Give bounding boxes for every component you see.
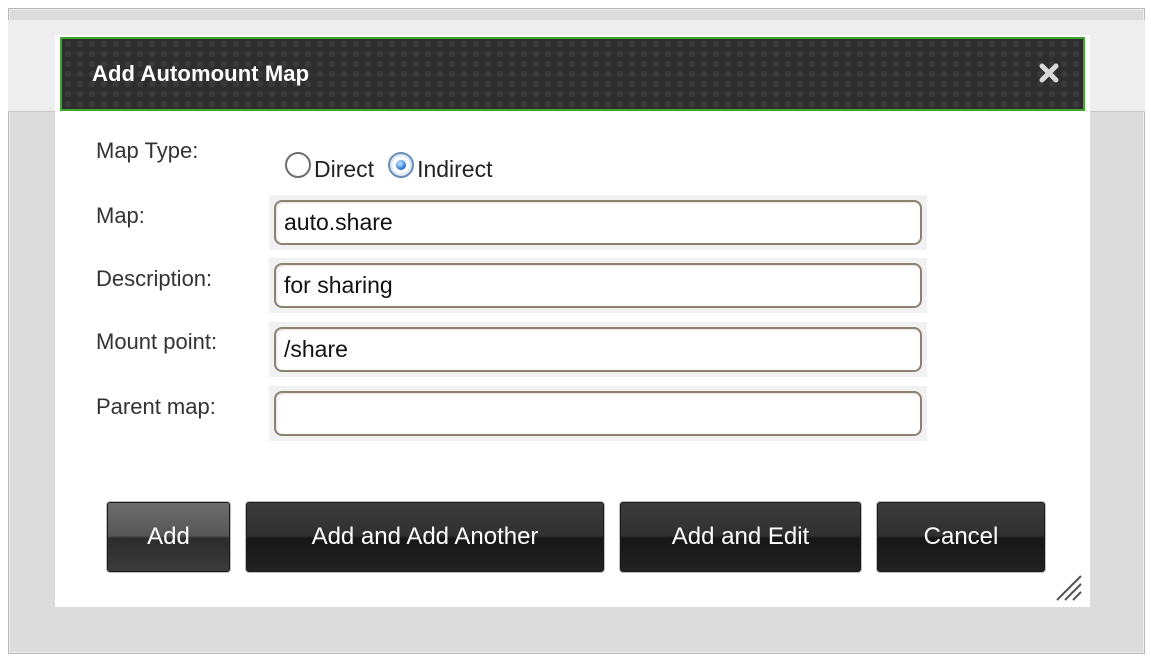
map-type-direct-label[interactable]: Direct <box>314 156 374 183</box>
cancel-button[interactable]: Cancel <box>877 502 1045 572</box>
close-icon[interactable] <box>1035 59 1063 87</box>
add-and-edit-button[interactable]: Add and Edit <box>620 502 861 572</box>
map-input[interactable] <box>274 200 922 245</box>
map-type-label: Map Type: <box>96 138 199 163</box>
dialog-titlebar[interactable]: Add Automount Map <box>60 37 1085 111</box>
resize-grip-icon[interactable] <box>1053 572 1083 602</box>
description-input[interactable] <box>274 263 922 308</box>
add-button[interactable]: Add <box>107 502 230 572</box>
map-type-indirect-label[interactable]: Indirect <box>417 156 492 183</box>
add-and-add-another-button[interactable]: Add and Add Another <box>246 502 604 572</box>
parent-map-label: Parent map: <box>96 394 216 419</box>
parent-map-input[interactable] <box>274 391 922 436</box>
map-label: Map: <box>96 203 145 228</box>
description-label: Description: <box>96 266 213 291</box>
map-type-radio-group: Direct Indirect <box>285 145 493 185</box>
mount-point-input[interactable] <box>274 327 922 372</box>
map-type-direct-option[interactable]: Direct <box>285 148 374 183</box>
map-type-indirect-radio[interactable] <box>388 152 415 178</box>
dialog-title: Add Automount Map <box>92 61 310 86</box>
radio-selected-dot <box>396 160 407 170</box>
map-type-direct-radio[interactable] <box>285 152 311 178</box>
add-automount-map-dialog: Add Automount Map Map Type: Direct Indir… <box>55 35 1090 607</box>
map-type-indirect-option[interactable]: Indirect <box>388 148 493 183</box>
mount-point-label: Mount point: <box>96 329 218 354</box>
